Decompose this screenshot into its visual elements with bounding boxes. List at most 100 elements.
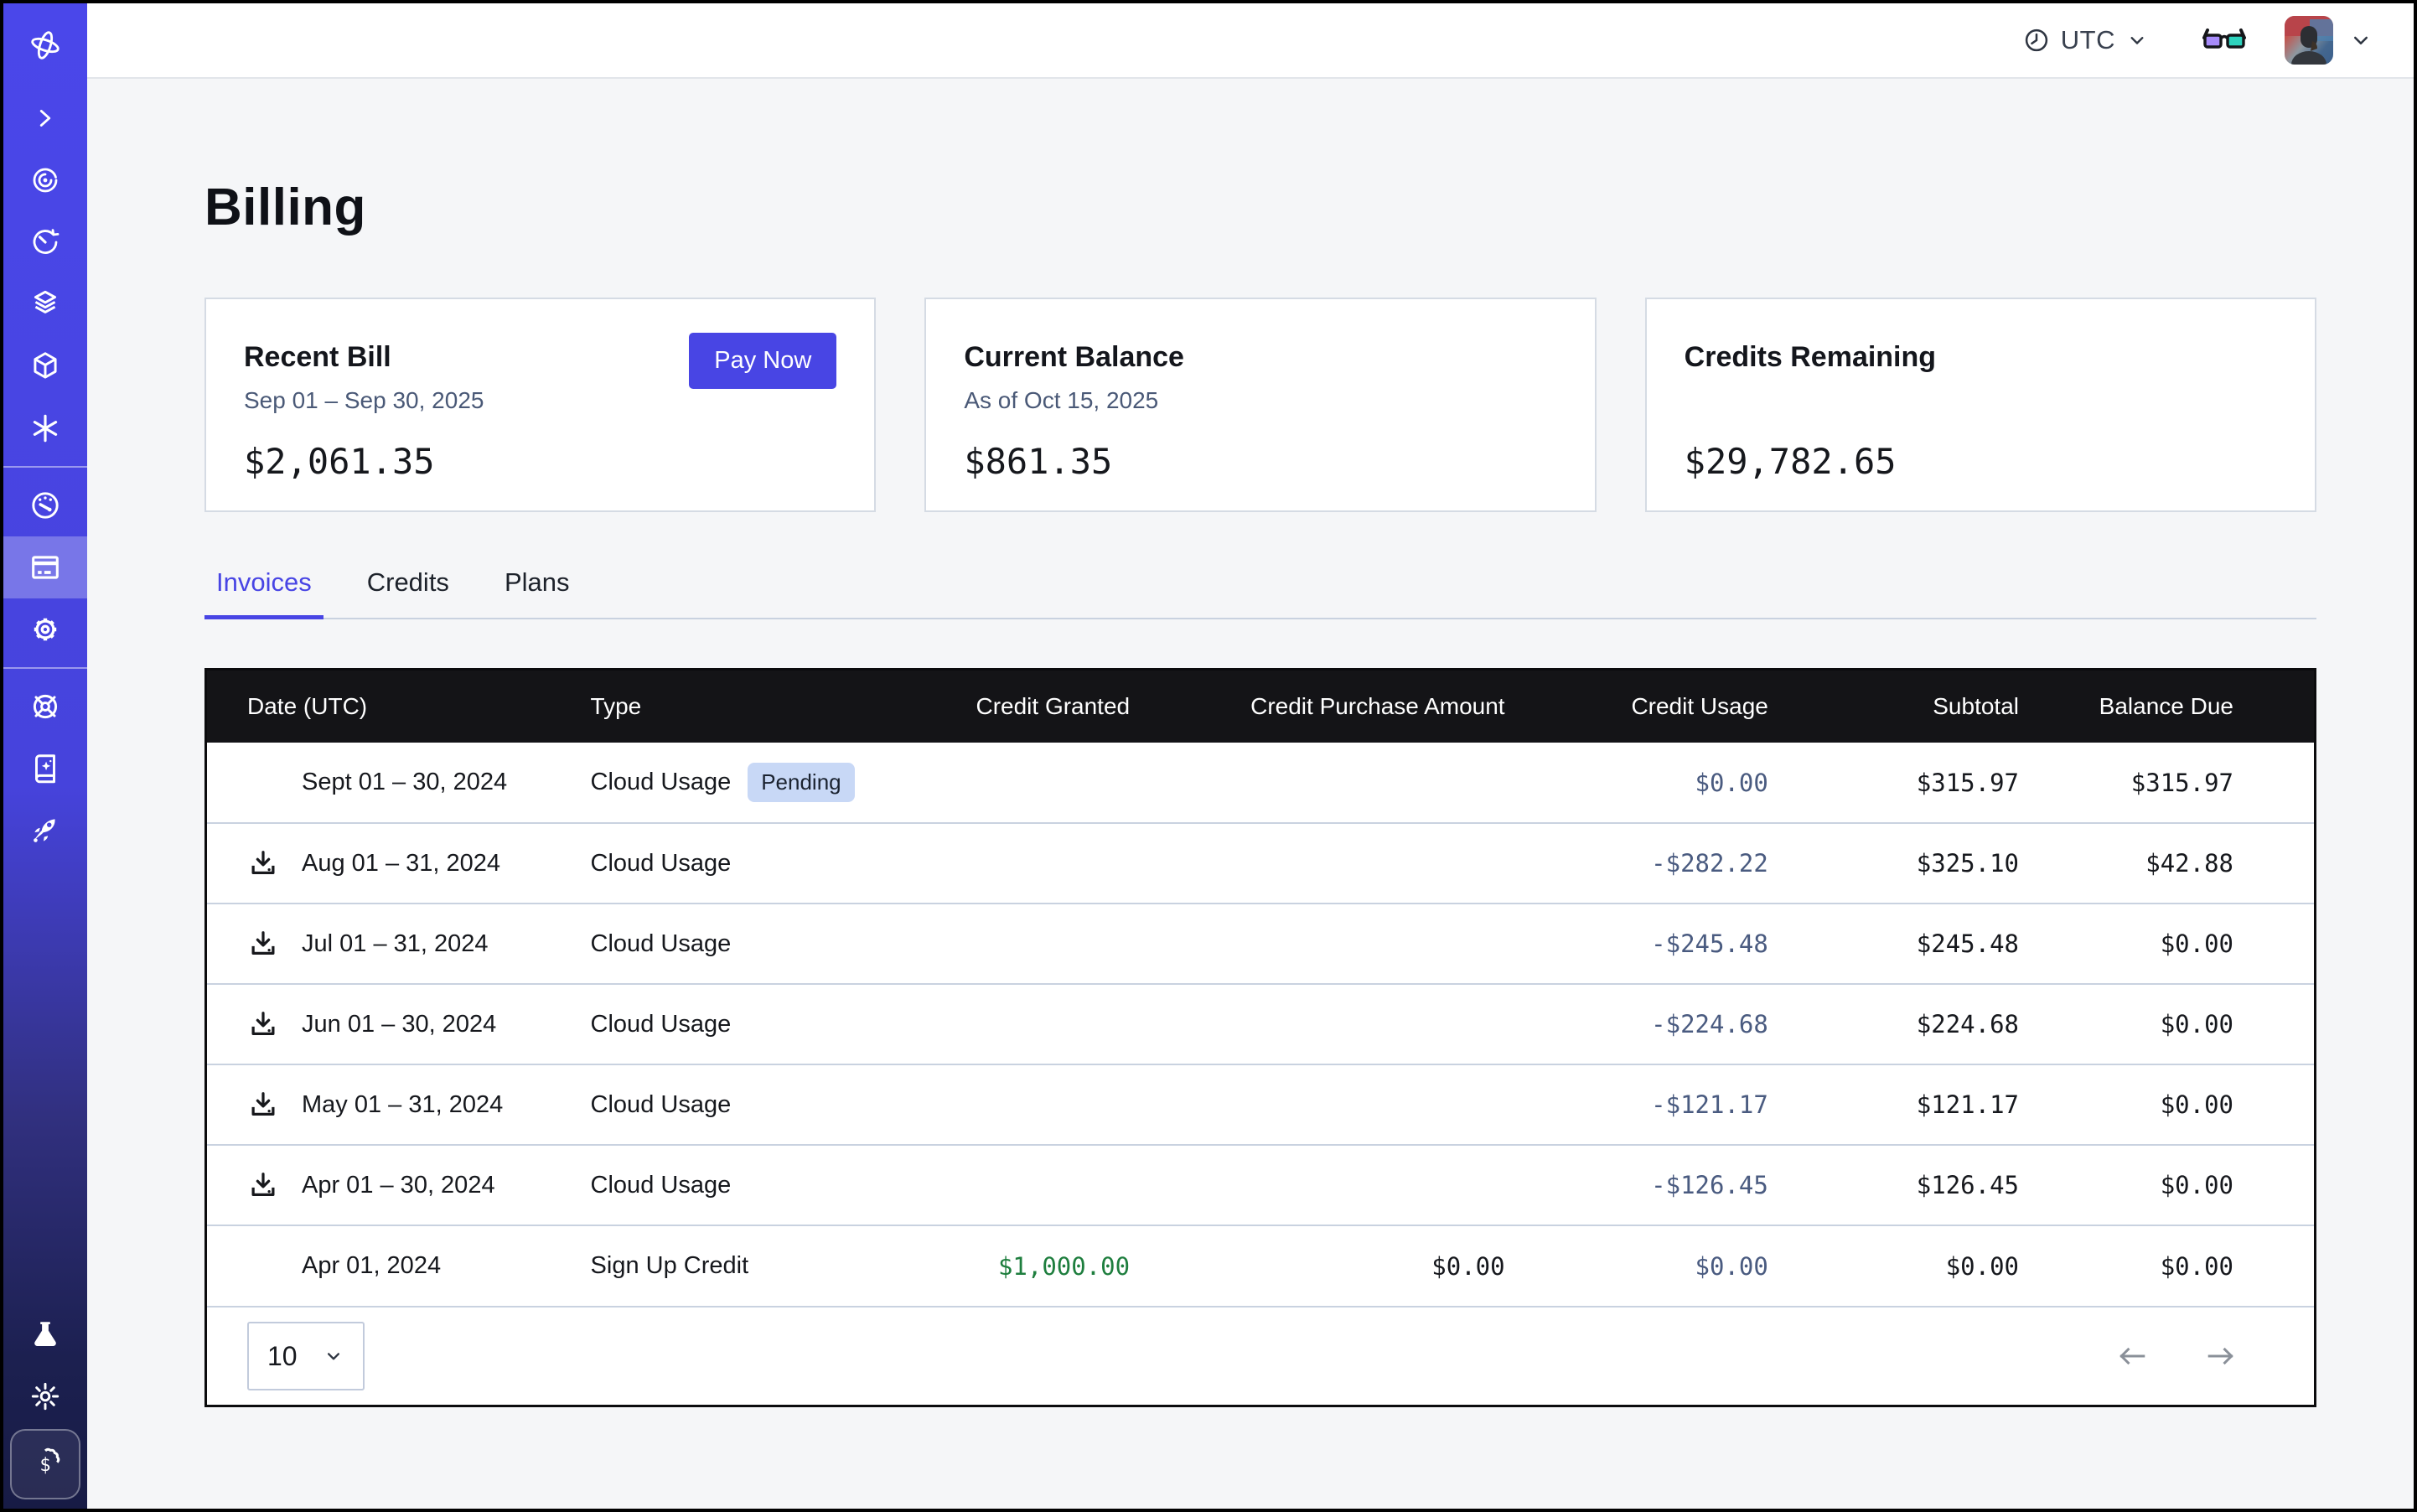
download-invoice-button[interactable] bbox=[247, 927, 279, 961]
invoice-date-cell: May 01 – 31, 2024 bbox=[207, 1064, 591, 1145]
status-badge: Pending bbox=[748, 763, 854, 802]
docs-book-icon[interactable] bbox=[3, 738, 87, 800]
balance-due-cell: $0.00 bbox=[2019, 984, 2314, 1064]
invoice-date-cell: Aug 01 – 31, 2024 bbox=[207, 823, 591, 904]
billing-page: Billing Recent Bill Sep 01 – Sep 30, 202… bbox=[87, 79, 2414, 1509]
download-icon bbox=[247, 1168, 279, 1202]
invoice-type-cell: Cloud Usage bbox=[591, 823, 924, 904]
credits-remaining-card: Credits Remaining $29,782.65 bbox=[1645, 298, 2316, 512]
column-header: Type bbox=[591, 671, 924, 743]
user-avatar[interactable] bbox=[2285, 16, 2333, 65]
card-subtitle: As of Oct 15, 2025 bbox=[964, 387, 1556, 416]
invoice-date: May 01 – 31, 2024 bbox=[302, 1091, 503, 1119]
balance-due-cell: $315.97 bbox=[2019, 743, 2314, 823]
brightness-sun-icon[interactable] bbox=[3, 1365, 87, 1427]
credits-dollar-button[interactable]: $ bbox=[10, 1429, 80, 1499]
card-subtitle: Sep 01 – Sep 30, 2025 bbox=[244, 387, 836, 416]
invoice-type: Cloud Usage bbox=[591, 850, 732, 878]
tab-invoices[interactable]: Invoices bbox=[204, 567, 323, 619]
history-timer-icon[interactable] bbox=[3, 211, 87, 273]
sidebar-item-billing[interactable] bbox=[3, 536, 87, 598]
download-icon bbox=[247, 847, 279, 880]
next-page-button[interactable] bbox=[2202, 1337, 2240, 1375]
invoice-type: Cloud Usage bbox=[591, 930, 732, 958]
topbar: UTC bbox=[87, 3, 2414, 79]
timezone-label: UTC bbox=[2061, 25, 2115, 55]
cube-icon[interactable] bbox=[3, 335, 87, 397]
subtotal-cell: $224.68 bbox=[1768, 984, 2019, 1064]
credit-usage-cell: -$245.48 bbox=[1505, 904, 1768, 984]
invoice-row: Aug 01 – 31, 2024Cloud Usage-$282.22$325… bbox=[207, 823, 2314, 904]
logo-orbit-icon[interactable] bbox=[3, 3, 87, 87]
gauge-usage-icon[interactable] bbox=[3, 474, 87, 536]
credit-granted-cell bbox=[924, 743, 1130, 823]
download-invoice-button[interactable] bbox=[247, 1007, 279, 1041]
subtotal-cell: $126.45 bbox=[1768, 1145, 2019, 1225]
balance-due-cell: $0.00 bbox=[2019, 904, 2314, 984]
flask-labs-icon[interactable] bbox=[3, 1303, 87, 1365]
invoice-date: Apr 01, 2024 bbox=[302, 1252, 441, 1280]
layers-icon[interactable] bbox=[3, 273, 87, 335]
credit-granted-cell bbox=[924, 1064, 1130, 1145]
balance-due-cell: $0.00 bbox=[2019, 1225, 2314, 1306]
credit-purchase-amount-cell bbox=[1130, 984, 1504, 1064]
credit-granted-cell bbox=[924, 904, 1130, 984]
column-header: Credit Purchase Amount bbox=[1130, 671, 1504, 743]
download-slot-empty bbox=[247, 766, 279, 800]
credit-purchase-amount-cell bbox=[1130, 904, 1504, 984]
download-invoice-button[interactable] bbox=[247, 847, 279, 880]
download-icon bbox=[247, 1088, 279, 1121]
helm-support-icon[interactable] bbox=[3, 676, 87, 738]
column-header: Credit Granted bbox=[924, 671, 1130, 743]
credit-usage-cell: -$121.17 bbox=[1505, 1064, 1768, 1145]
account-chevron-down-icon[interactable] bbox=[2348, 28, 2373, 53]
balance-due-cell: $42.88 bbox=[2019, 823, 2314, 904]
rows-per-page-select[interactable]: 10 bbox=[247, 1322, 365, 1390]
collapse-chevron-right-icon[interactable] bbox=[3, 87, 87, 149]
download-invoice-button[interactable] bbox=[247, 1168, 279, 1202]
invoice-type-cell: Sign Up Credit bbox=[591, 1225, 924, 1306]
timezone-selector[interactable]: UTC bbox=[2022, 25, 2149, 55]
asterisk-icon[interactable] bbox=[3, 397, 87, 459]
invoice-type: Cloud Usage bbox=[591, 769, 732, 796]
invoice-type-cell: Cloud Usage Pending bbox=[591, 743, 924, 823]
table-header: Date (UTC)TypeCredit GrantedCredit Purch… bbox=[207, 671, 2314, 743]
invoice-date-cell: Jul 01 – 31, 2024 bbox=[207, 904, 591, 984]
credit-granted-cell bbox=[924, 1145, 1130, 1225]
column-header: Date (UTC) bbox=[207, 671, 591, 743]
column-header: Balance Due bbox=[2019, 671, 2314, 743]
spiral-eye-icon[interactable] bbox=[3, 149, 87, 211]
download-invoice-button[interactable] bbox=[247, 1088, 279, 1121]
invoice-date: Jul 01 – 31, 2024 bbox=[302, 930, 489, 958]
invoice-type-cell: Cloud Usage bbox=[591, 904, 924, 984]
invoice-row: Jul 01 – 31, 2024Cloud Usage-$245.48$245… bbox=[207, 904, 2314, 984]
rocket-icon[interactable] bbox=[3, 800, 87, 862]
tab-credits[interactable]: Credits bbox=[355, 567, 461, 619]
invoice-date: Apr 01 – 30, 2024 bbox=[302, 1172, 495, 1199]
credit-usage-cell: -$126.45 bbox=[1505, 1145, 1768, 1225]
gear-settings-icon[interactable] bbox=[3, 598, 87, 660]
card-title: Credits Remaining bbox=[1685, 341, 2277, 374]
invoice-row: May 01 – 31, 2024Cloud Usage-$121.17$121… bbox=[207, 1064, 2314, 1145]
invoice-type: Cloud Usage bbox=[591, 1091, 732, 1119]
subtotal-cell: $0.00 bbox=[1768, 1225, 2019, 1306]
balance-due-cell: $0.00 bbox=[2019, 1064, 2314, 1145]
invoices-table: Date (UTC)TypeCredit GrantedCredit Purch… bbox=[207, 671, 2314, 1306]
column-header: Subtotal bbox=[1768, 671, 2019, 743]
rows-per-page-value: 10 bbox=[267, 1341, 298, 1372]
3d-glasses-icon[interactable] bbox=[2202, 28, 2246, 53]
credit-usage-cell: -$282.22 bbox=[1505, 823, 1768, 904]
invoice-type-cell: Cloud Usage bbox=[591, 1145, 924, 1225]
previous-page-button[interactable] bbox=[2113, 1337, 2151, 1375]
credit-granted-cell bbox=[924, 823, 1130, 904]
credit-usage-cell: -$224.68 bbox=[1505, 984, 1768, 1064]
credit-purchase-amount-cell bbox=[1130, 1064, 1504, 1145]
credit-purchase-amount-cell: $0.00 bbox=[1130, 1225, 1504, 1306]
invoice-row: Apr 01 – 30, 2024 Cloud Usage -$126.45$126… bbox=[207, 1145, 2314, 1225]
invoice-type: Sign Up Credit bbox=[591, 1252, 749, 1280]
pagination-bar: 10 bbox=[207, 1306, 2314, 1405]
subtotal-cell: $315.97 bbox=[1768, 743, 2019, 823]
clock-icon bbox=[2022, 26, 2051, 54]
tab-plans[interactable]: Plans bbox=[493, 567, 582, 619]
pay-now-button[interactable]: Pay Now bbox=[689, 333, 836, 389]
